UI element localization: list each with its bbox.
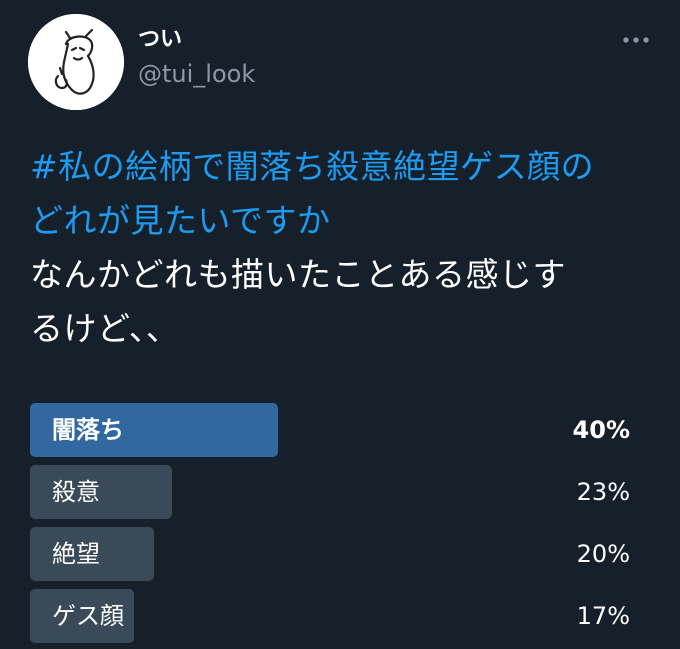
user-handle: @tui_look [138,60,256,88]
hashtag-link-continuation[interactable]: どれが見たいですか [30,194,660,248]
poll-option-percent: 17% [576,602,630,630]
poll-option: 絶望 20% [30,527,630,581]
poll-option-percent: 23% [576,478,630,506]
tweet-text: #私の絵柄で闇落ち殺意絶望ゲス顔の どれが見たいですか なんかどれも描いたことあ… [30,140,660,356]
more-options-icon[interactable] [618,30,654,50]
poll-option-percent: 20% [576,540,630,568]
poll-option: ゲス顔 17% [30,589,630,643]
poll-option-label: 殺意 [52,478,100,506]
poll-option-percent: 40% [572,416,630,444]
hashtag-link[interactable]: #私の絵柄で闇落ち殺意絶望ゲス顔の [30,140,660,194]
poll-option: 闇落ち 40% [30,403,630,457]
tweet-body-line: るけど、、 [30,309,180,348]
display-name[interactable]: つい [138,26,182,54]
avatar[interactable] [28,14,124,110]
tweet-body-line: なんかどれも描いたことある感じす [30,255,566,294]
sketch-character-avatar-icon [28,14,124,110]
poll-option-label: 闇落ち [52,416,124,444]
poll-option: 殺意 23% [30,465,630,519]
poll-option-label: 絶望 [52,540,100,568]
poll-option-label: ゲス顔 [52,602,124,630]
